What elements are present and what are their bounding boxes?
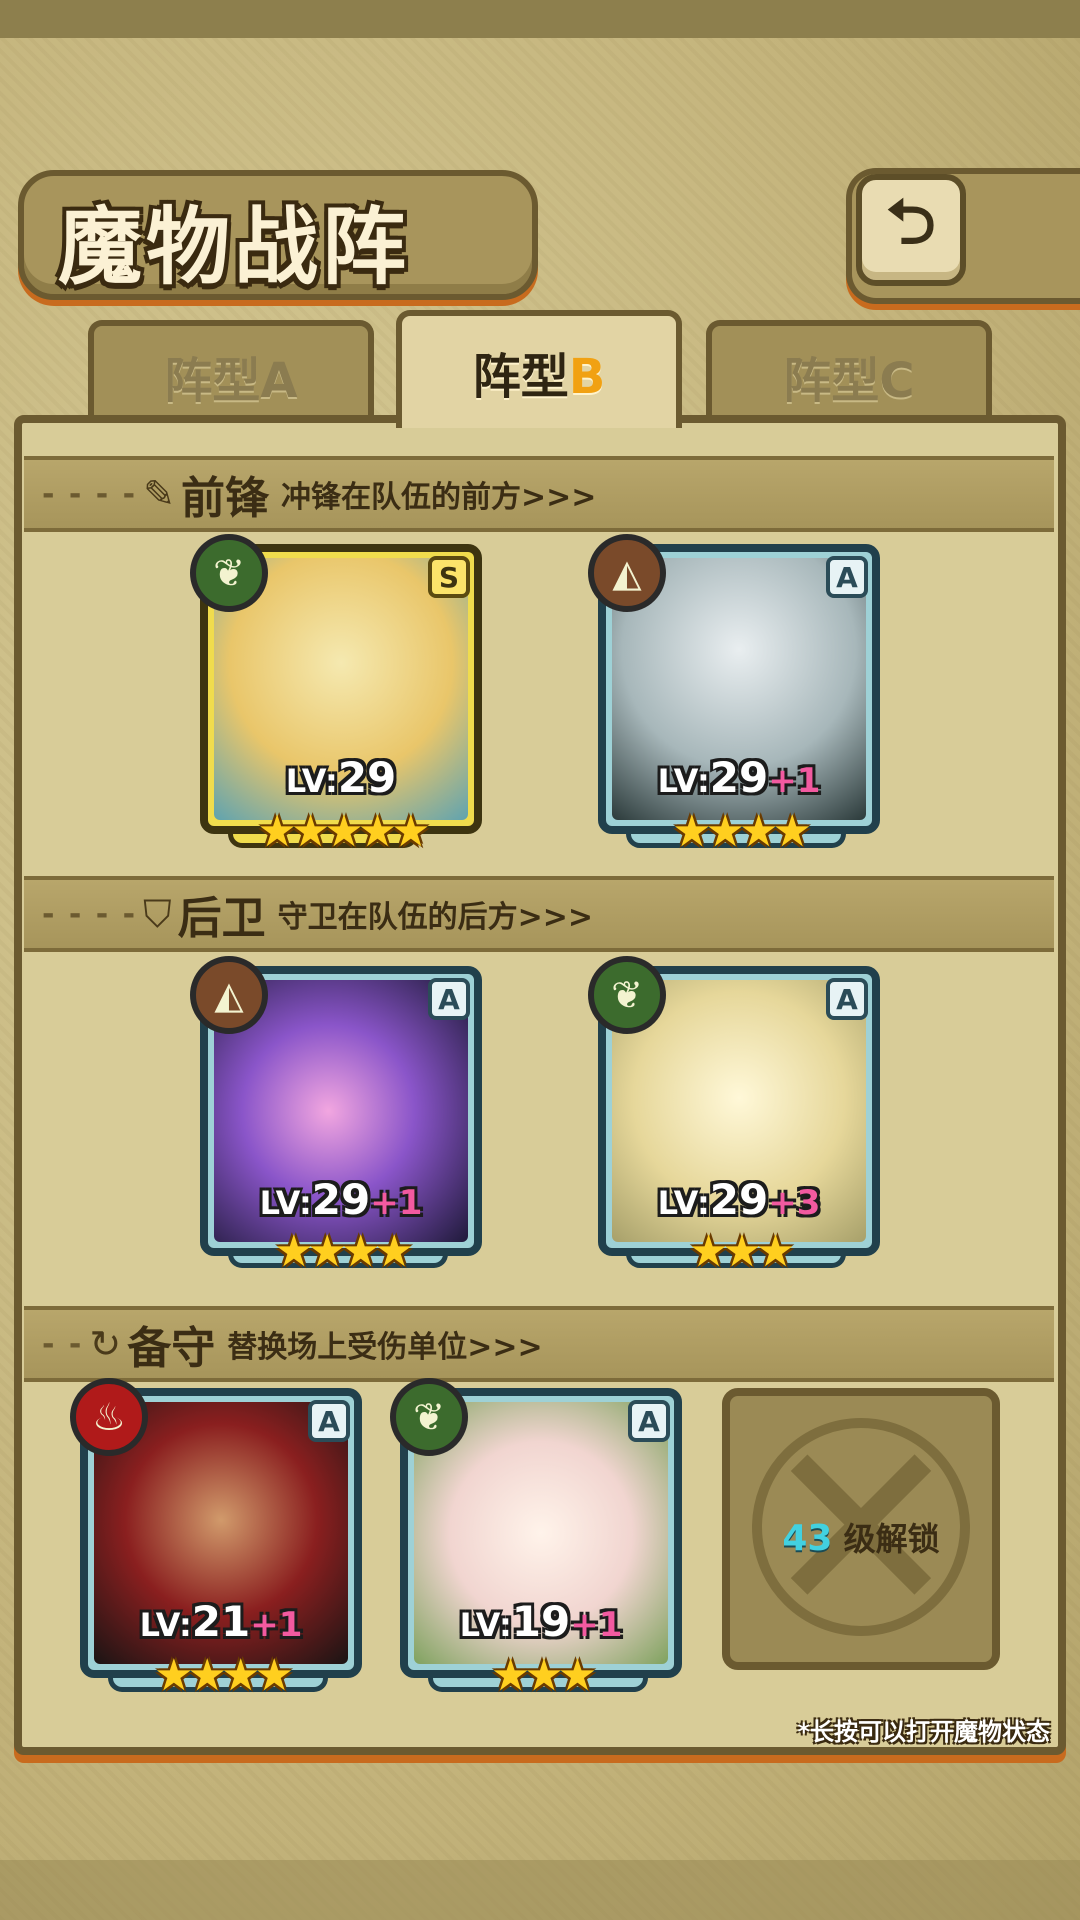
swap-icon: ↻ (89, 1322, 122, 1366)
tab-label-suffix: A (260, 352, 298, 409)
rank-badge: S (428, 556, 470, 598)
tab-formation-b[interactable]: 阵型B (396, 310, 682, 428)
earth-icon: ◭ (588, 534, 666, 612)
level-plus: +1 (370, 1183, 423, 1223)
rank-badge: A (826, 978, 868, 1020)
level-value: 19 (511, 1597, 571, 1646)
level-label: LV: (657, 1184, 710, 1222)
card-level: LV:21+1 (94, 1597, 348, 1646)
level-plus: +3 (768, 1183, 821, 1223)
tab-label-suffix: B (568, 349, 606, 405)
leaf-icon: ❦ (390, 1378, 468, 1456)
card-level: LV:29+1 (214, 1175, 468, 1224)
section-vanguard: - - - - ✎ 前锋 冲锋在队伍的前方>>> (24, 456, 1054, 532)
tab-label-prefix: 阵型 (164, 352, 261, 409)
sword-icon: ✎ (143, 472, 175, 516)
back-button[interactable]: ⮌ (856, 174, 966, 286)
tab-label-prefix: 阵型 (783, 352, 880, 409)
level-plus: +1 (250, 1605, 303, 1645)
card-stars: ★★★★ (672, 806, 812, 857)
section-title: 备守 (127, 1323, 216, 1374)
leaf-icon: ❦ (588, 956, 666, 1034)
card-level: LV:29+1 (612, 753, 866, 802)
long-press-hint: *长按可以打开魔物状态 (797, 1718, 1050, 1746)
section-title: 前锋 (180, 473, 269, 524)
rank-badge: A (428, 978, 470, 1020)
level-label: LV: (259, 1184, 312, 1222)
level-plus: +1 (768, 761, 821, 801)
fire-icon: ♨ (70, 1378, 148, 1456)
section-desc: 替换场上受伤单位>>> (227, 1330, 543, 1365)
rank-badge: A (308, 1400, 350, 1442)
level-label: LV: (139, 1606, 192, 1644)
level-value: 29 (709, 1175, 769, 1224)
card-stars: ★★★★ (154, 1650, 294, 1701)
section-desc: 守卫在队伍的后方>>> (277, 900, 594, 935)
tab-formation-a[interactable]: 阵型A (88, 320, 374, 425)
section-dash: - - (42, 1326, 84, 1362)
level-value: 29 (311, 1175, 371, 1224)
card-level: LV:29+3 (612, 1175, 866, 1224)
unlock-level: 43 (782, 1518, 833, 1559)
card-level: LV:29 (214, 753, 468, 802)
section-dash: - - - - (42, 896, 138, 932)
rank-badge: A (826, 556, 868, 598)
level-label: LV: (657, 762, 710, 800)
bottom-border (0, 1860, 1080, 1920)
card-stars: ★★★★ (274, 1226, 414, 1277)
level-value: 29 (709, 753, 769, 802)
unlock-label: 级解锁 (843, 1520, 940, 1558)
card-stars: ★★★ (490, 1650, 597, 1701)
level-plus: +1 (570, 1605, 623, 1645)
section-dash: - - - - (42, 476, 138, 512)
card-stars: ★★★ (688, 1226, 795, 1277)
tab-label-prefix: 阵型 (472, 349, 569, 405)
card-level: LV:19+1 (414, 1597, 668, 1646)
card-stars: ★★★★★ (257, 806, 430, 857)
level-value: 29 (337, 753, 397, 802)
shield-icon: ⛉ (143, 891, 172, 936)
level-value: 21 (191, 1597, 251, 1646)
earth-icon: ◭ (190, 956, 268, 1034)
rank-badge: A (628, 1400, 670, 1442)
unlock-requirement: 43 级解锁 (730, 1514, 992, 1560)
locked-slot[interactable]: ✕ 43 级解锁 (722, 1388, 1000, 1670)
tab-formation-c[interactable]: 阵型C (706, 320, 992, 425)
section-rear: - - - - ⛉ 后卫 守卫在队伍的后方>>> (24, 876, 1054, 952)
section-title: 后卫 (177, 893, 266, 944)
tab-label-suffix: C (879, 352, 915, 409)
section-reserve: - - ↻ 备守 替换场上受伤单位>>> (24, 1306, 1054, 1382)
back-arrow-icon: ⮌ (886, 184, 936, 258)
leaf-icon: ❦ (190, 534, 268, 612)
top-border (0, 0, 1080, 38)
page-title: 魔物战阵 (58, 198, 411, 296)
level-label: LV: (285, 762, 338, 800)
level-label: LV: (459, 1606, 512, 1644)
section-desc: 冲锋在队伍的前方>>> (280, 480, 597, 515)
